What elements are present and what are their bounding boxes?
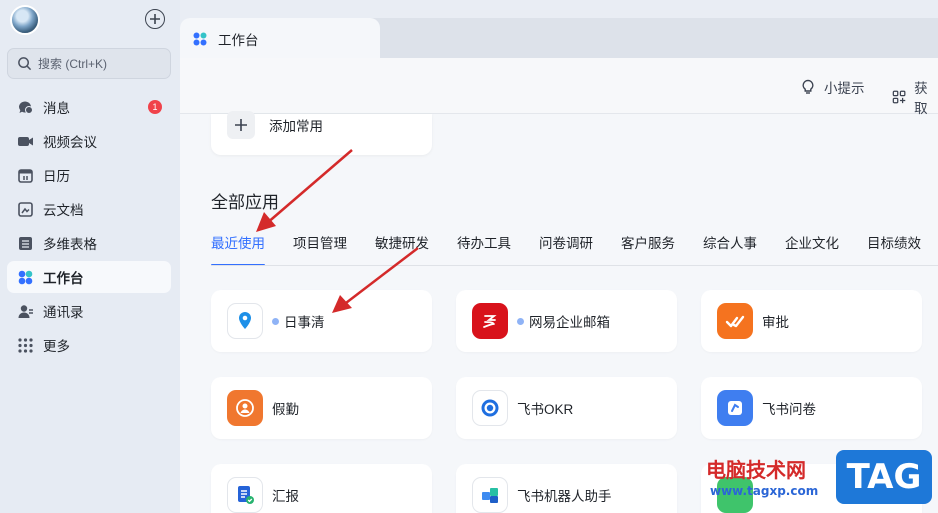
tab-workspace[interactable]: 工作台 [180,18,380,60]
app-card-rishiqing[interactable]: 日事清 [211,290,432,352]
app-name: 飞书机器人助手 [517,489,612,504]
netease-logo-icon [472,303,508,339]
get-label: 获取 [914,81,928,116]
category-tab-project[interactable]: 项目管理 [293,232,347,266]
contacts-icon [17,303,34,320]
sidebar-item-video-meeting[interactable]: 视频会议 [7,125,171,157]
plus-icon [150,14,160,24]
category-tabs: 最近使用 项目管理 敏捷研发 待办工具 问卷调研 客户服务 综合人事 企业文化 … [211,232,938,266]
app-card-feishu-okr[interactable]: 飞书OKR [456,377,677,439]
location-pin-icon [227,303,263,339]
unread-badge: 1 [148,100,162,114]
category-tab-survey[interactable]: 问卷调研 [539,232,593,266]
sidebar-item-label: 工作台 [43,271,84,286]
category-tab-okr[interactable]: 目标绩效 [867,232,921,266]
table-icon [17,235,34,252]
sidebar-item-label: 多维表格 [43,237,97,252]
lightbulb-icon [802,79,814,94]
tips-label: 小提示 [824,81,865,96]
sidebar-item-label: 云文档 [43,203,84,218]
sidebar-item-more[interactable]: 更多 [7,329,171,361]
app-name: 网易企业邮箱 [529,315,610,330]
target-ring-icon [472,390,508,426]
survey-icon [717,390,753,426]
app-card-attendance[interactable]: 假勤 [211,377,432,439]
workspace-main: 小提示 获取 添加常用 全部应用 最近使用 项目管理 敏捷研发 待办工具 问卷调… [180,58,938,513]
app-name: 飞书OKR [517,402,574,417]
sidebar-item-label: 日历 [43,169,70,184]
add-common-label: 添加常用 [269,118,323,134]
new-plus-button[interactable] [145,9,165,29]
new-dot [517,317,524,325]
app-card-robot-assistant[interactable]: 飞书机器人助手 [456,464,677,513]
sidebar: 搜索 (Ctrl+K) 消息 1 视频会议 日历 云文档 多维表格 工作台 通讯… [0,0,180,513]
app-card-partial[interactable] [701,464,922,513]
search-placeholder: 搜索 (Ctrl+K) [38,57,108,71]
sidebar-nav: 消息 1 视频会议 日历 云文档 多维表格 工作台 通讯录 更多 [7,91,171,363]
sidebar-item-contacts[interactable]: 通讯录 [7,295,171,327]
tips-button[interactable]: 小提示 [800,77,865,97]
app-icon [717,477,753,513]
new-dot [272,317,279,325]
app-name: 汇报 [272,489,299,504]
app-card-report[interactable]: 汇报 [211,464,432,513]
app-card-approval[interactable]: 审批 [701,290,922,352]
report-doc-icon [227,477,263,513]
category-tab-customer[interactable]: 客户服务 [621,232,675,266]
sidebar-item-workspace[interactable]: 工作台 [7,261,171,293]
section-title: 全部应用 [211,193,279,212]
tab-bar: 工作台 [180,18,938,60]
category-tab-todo[interactable]: 待办工具 [457,232,511,266]
sidebar-item-cloud-docs[interactable]: 云文档 [7,193,171,225]
category-tab-recent[interactable]: 最近使用 [211,232,265,266]
apps-add-icon [892,90,906,104]
app-name: 审批 [762,315,789,330]
category-divider [211,265,938,266]
avatar[interactable] [10,5,40,35]
workspace-icon [193,32,207,46]
sidebar-item-bitable[interactable]: 多维表格 [7,227,171,259]
video-camera-icon [17,133,34,150]
robot-blocks-icon [472,477,508,513]
sidebar-item-calendar[interactable]: 日历 [7,159,171,191]
tab-label: 工作台 [218,33,259,48]
workspace-icon [17,269,34,286]
sidebar-item-label: 更多 [43,339,70,354]
attendance-person-icon [227,390,263,426]
sidebar-item-label: 视频会议 [43,135,97,150]
category-tab-agile[interactable]: 敏捷研发 [375,232,429,266]
workspace-toolbar: 小提示 获取 [180,58,938,117]
search-icon [18,57,32,71]
category-tab-hr[interactable]: 综合人事 [703,232,757,266]
app-card-feishu-survey[interactable]: 飞书问卷 [701,377,922,439]
app-name: 日事清 [284,315,325,330]
approval-check-icon [717,303,753,339]
get-apps-button[interactable]: 获取 [892,77,938,117]
grid-dots-icon [17,337,34,354]
search-input[interactable]: 搜索 (Ctrl+K) [7,48,171,79]
app-name: 假勤 [272,402,299,417]
sidebar-item-label: 消息 [43,101,70,116]
cloud-doc-icon [17,201,34,218]
chat-bubble-icon [17,99,34,116]
calendar-icon [17,167,34,184]
sidebar-item-messages[interactable]: 消息 1 [7,91,171,123]
plus-icon [227,110,255,139]
add-common-card[interactable]: 添加常用 [211,110,432,155]
app-card-netease-mail[interactable]: 网易企业邮箱 [456,290,677,352]
category-tab-culture[interactable]: 企业文化 [785,232,839,266]
app-name: 飞书问卷 [762,402,816,417]
sidebar-item-label: 通讯录 [43,305,84,320]
